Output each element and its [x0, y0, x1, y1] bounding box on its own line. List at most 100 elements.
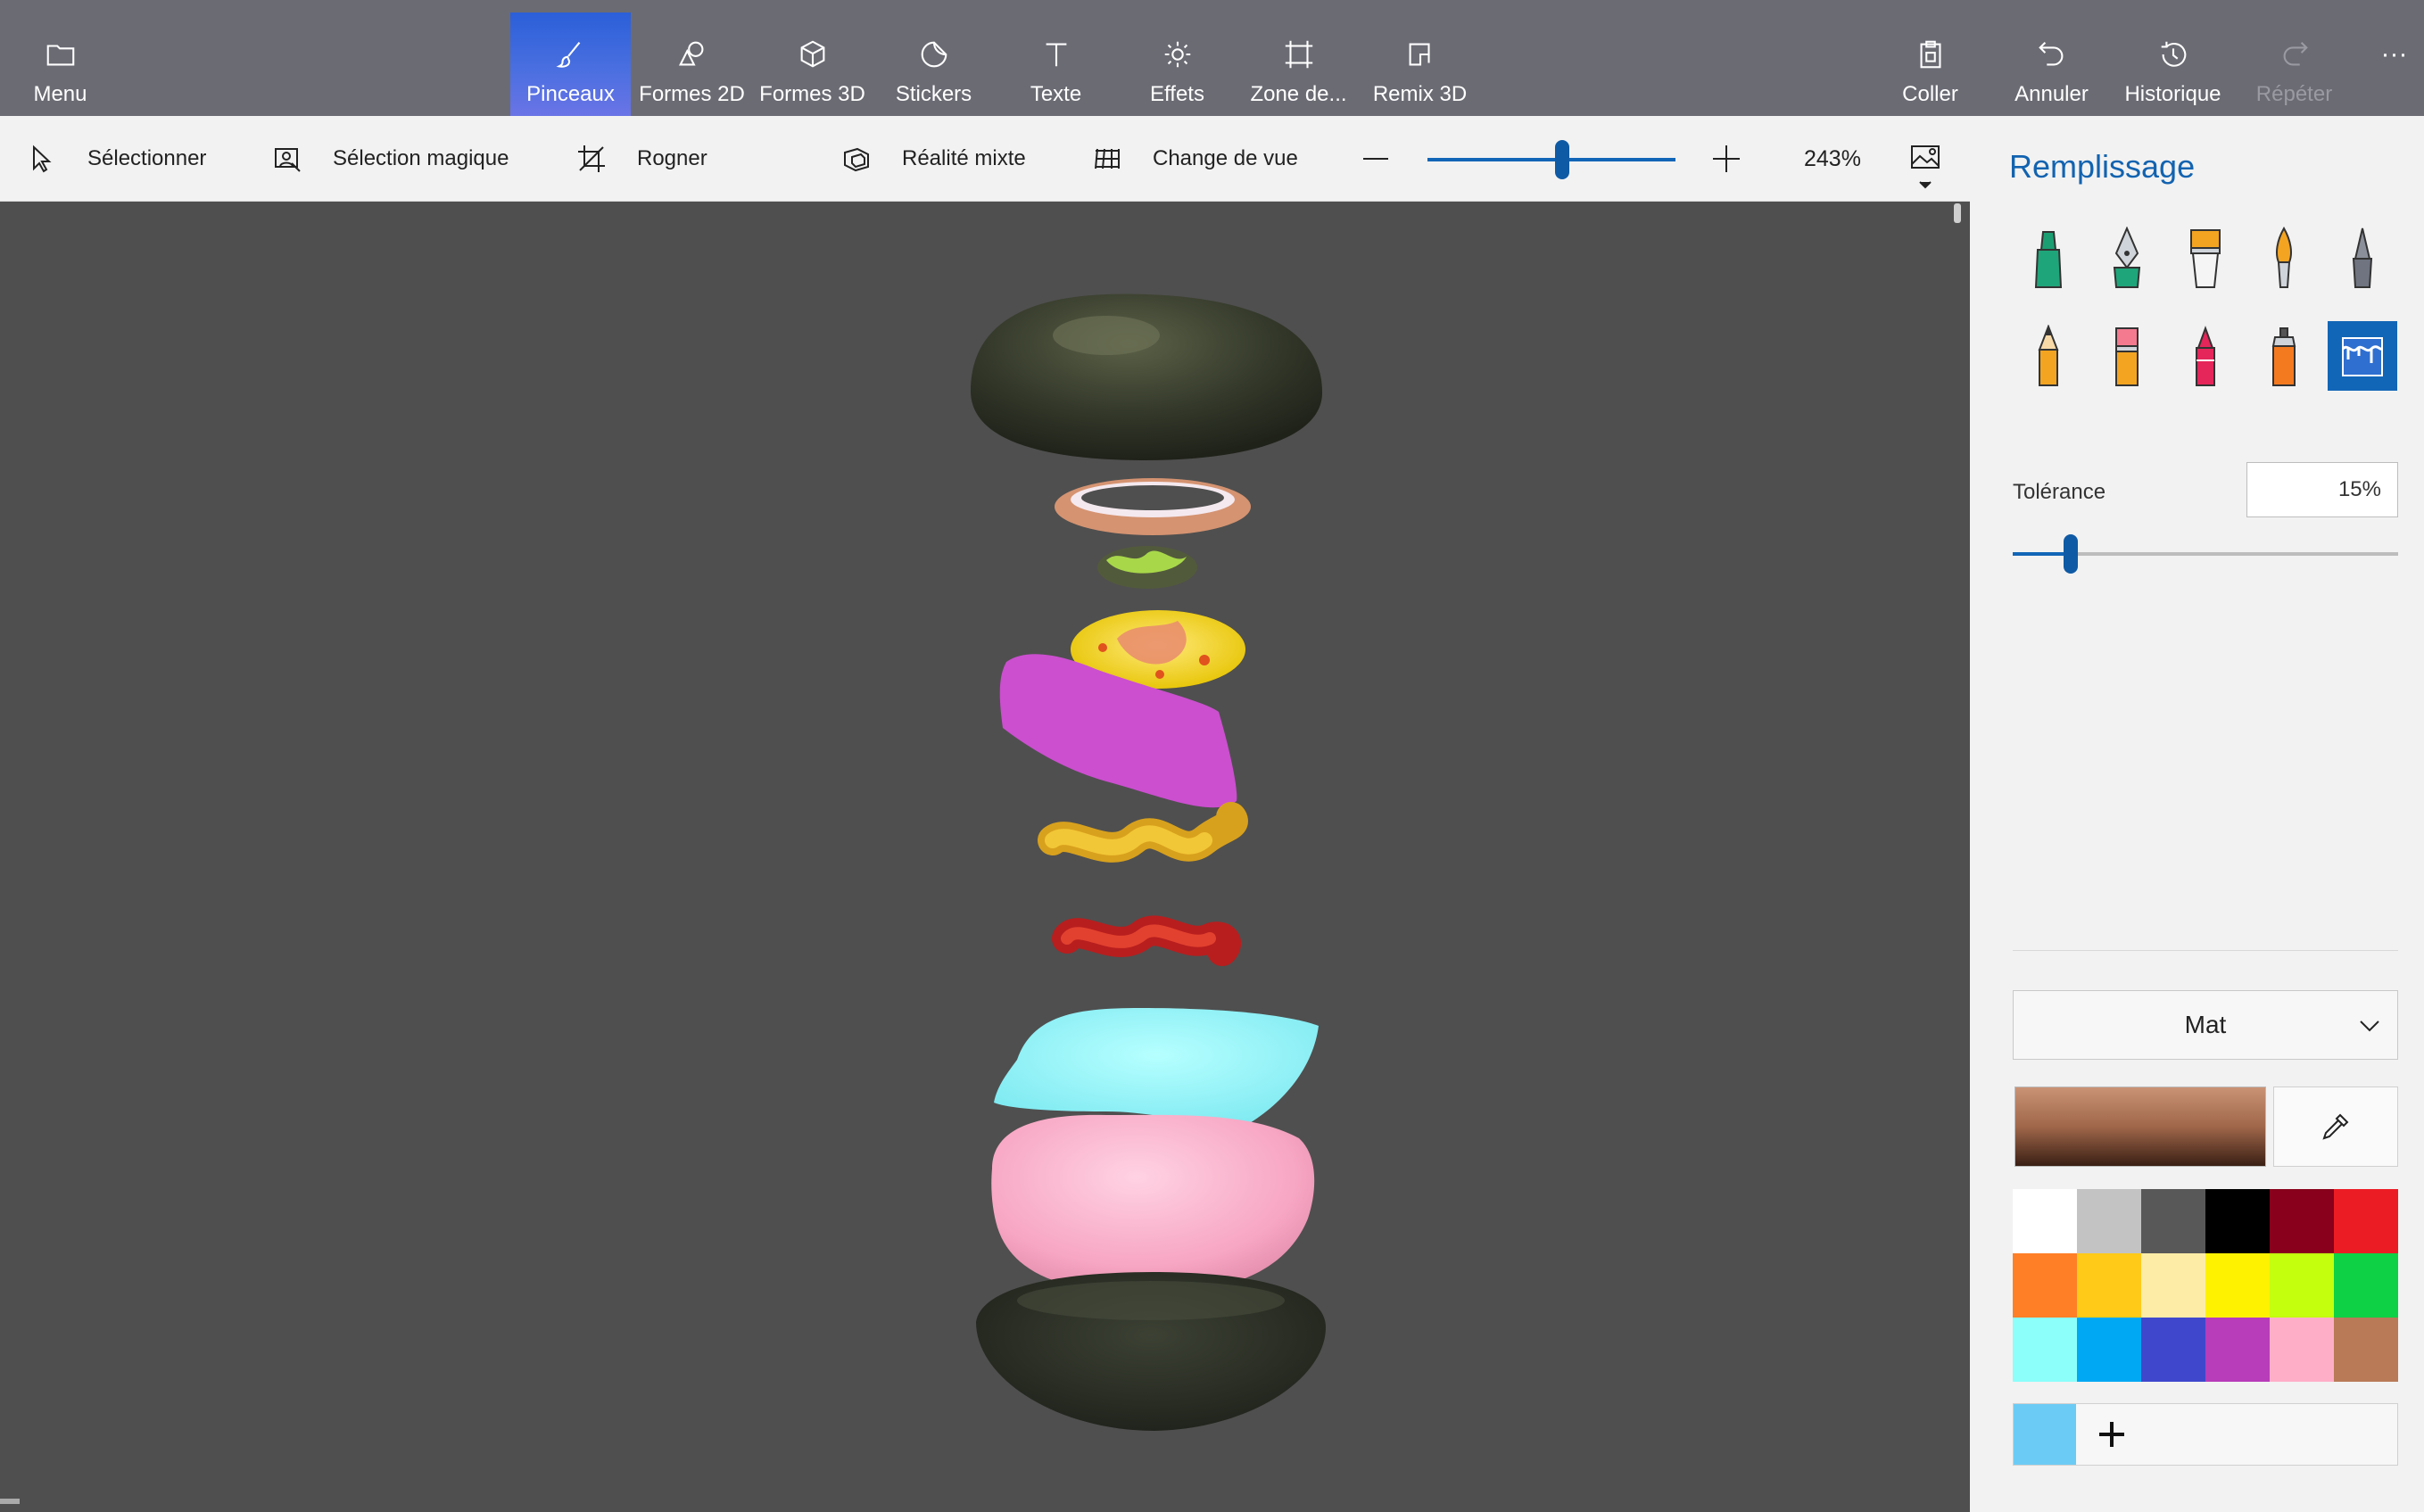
color-swatch[interactable]	[2270, 1253, 2334, 1318]
redo-button[interactable]: Répéter	[2234, 12, 2354, 116]
oil-brush-button[interactable]	[2171, 223, 2240, 293]
bottom-bun[interactable]	[976, 1272, 1326, 1431]
mixed-reality-label: Réalité mixte	[902, 146, 1026, 170]
paste-label: Coller	[1902, 82, 1958, 106]
paste-button[interactable]: Coller	[1870, 12, 1990, 116]
undo-button[interactable]: Annuler	[1991, 12, 2112, 116]
zoom-slider-thumb[interactable]	[1555, 140, 1569, 179]
mixed-reality-button[interactable]: Réalité mixte	[841, 116, 1026, 202]
undo-label: Annuler	[2014, 82, 2089, 106]
cheese-slice[interactable]	[994, 1008, 1319, 1127]
tab-text-label: Texte	[1030, 82, 1082, 106]
plus-icon	[2099, 1422, 2124, 1447]
crayon-button[interactable]	[2171, 321, 2240, 391]
color-swatch[interactable]	[2013, 1189, 2077, 1253]
tab-remix-3d[interactable]: Remix 3D	[1360, 12, 1480, 116]
spray-can-button[interactable]	[2249, 321, 2319, 391]
drawing-canvas[interactable]	[0, 202, 1970, 1512]
tab-brushes[interactable]: Pinceaux	[510, 12, 631, 116]
burger-3d-model[interactable]	[0, 202, 1970, 1512]
spray-can-icon	[2271, 327, 2296, 386]
remix-3d-icon	[1409, 43, 1430, 66]
pencil-icon	[2038, 325, 2059, 386]
select-label: Sélectionner	[87, 146, 207, 170]
material-dropdown[interactable]: Mat	[2013, 990, 2398, 1060]
color-swatch[interactable]	[2013, 1253, 2077, 1318]
color-swatch[interactable]	[2270, 1318, 2334, 1382]
tab-2d-shapes[interactable]: Formes 2D	[632, 12, 752, 116]
magic-select-label: Sélection magique	[333, 146, 509, 170]
plus-icon	[1713, 145, 1740, 172]
history-icon	[2161, 41, 2186, 67]
color-swatch[interactable]	[2205, 1318, 2270, 1382]
marker-brush-button[interactable]	[2014, 223, 2083, 293]
onion-ring[interactable]	[1055, 478, 1251, 535]
oil-brush-icon	[2190, 229, 2221, 288]
watercolor-brush-button[interactable]	[2249, 223, 2319, 293]
color-swatch[interactable]	[2270, 1189, 2334, 1253]
watercolor-icon	[2276, 227, 2292, 288]
mustard[interactable]	[1038, 802, 1248, 863]
horizontal-scrollbar[interactable]	[0, 1499, 20, 1504]
material-value: Mat	[2184, 1011, 2227, 1038]
eyedropper-button[interactable]	[2273, 1086, 2398, 1167]
vertical-scrollbar[interactable]	[1954, 203, 1961, 223]
patty[interactable]	[991, 1114, 1315, 1293]
color-swatch[interactable]	[2334, 1253, 2398, 1318]
color-swatch[interactable]	[2334, 1189, 2398, 1253]
fill-bucket-button[interactable]	[2328, 321, 2397, 391]
cursor-icon	[33, 145, 52, 173]
lettuce[interactable]	[1097, 546, 1197, 589]
more-options-button[interactable]: ···	[2364, 12, 2424, 116]
color-swatch[interactable]	[2141, 1253, 2205, 1318]
marker-icon	[2034, 231, 2063, 288]
tolerance-slider-thumb[interactable]	[2063, 534, 2078, 574]
color-swatch[interactable]	[2077, 1189, 2141, 1253]
calligraphy-pen-button[interactable]	[2092, 223, 2162, 293]
eraser-button[interactable]	[2092, 321, 2162, 391]
color-swatch[interactable]	[2141, 1318, 2205, 1382]
tab-effects[interactable]: Effets	[1117, 12, 1237, 116]
tab-stickers[interactable]: Stickers	[873, 12, 994, 116]
color-swatch[interactable]	[2205, 1253, 2270, 1318]
more-options-icon: ···	[2380, 39, 2408, 69]
color-swatch[interactable]	[2141, 1189, 2205, 1253]
fill-bucket-icon	[2341, 337, 2384, 376]
color-swatch[interactable]	[2013, 1318, 2077, 1382]
tab-effects-label: Effets	[1150, 82, 1204, 106]
menu-button[interactable]: Menu	[0, 12, 120, 116]
pixel-pen-button[interactable]	[2328, 223, 2397, 293]
color-swatch[interactable]	[2334, 1318, 2398, 1382]
tolerance-input[interactable]: 15%	[2246, 462, 2398, 517]
zoom-slider-track[interactable]	[1427, 158, 1675, 161]
current-color-swatch[interactable]	[2014, 1086, 2266, 1167]
pencil-brush-button[interactable]	[2014, 321, 2083, 391]
menu-label: Menu	[33, 82, 87, 106]
magic-select-button[interactable]: Sélection magique	[272, 116, 509, 202]
tab-text[interactable]: Texte	[996, 12, 1116, 116]
top-bun[interactable]	[970, 293, 1323, 460]
tab-canvas[interactable]: Zone de...	[1238, 12, 1359, 116]
crop-button[interactable]: Rogner	[576, 116, 707, 202]
calligraphy-pen-icon	[2113, 227, 2141, 288]
color-swatch[interactable]	[2077, 1253, 2141, 1318]
cube-icon	[800, 40, 824, 68]
tab-stickers-label: Stickers	[895, 82, 972, 106]
zoom-in-button[interactable]	[1711, 116, 1741, 202]
custom-color-swatch[interactable]	[2014, 1404, 2076, 1465]
color-swatch[interactable]	[2077, 1318, 2141, 1382]
magic-select-icon	[275, 148, 301, 172]
change-view-button[interactable]: Change de vue	[1092, 116, 1298, 202]
tab-2d-shapes-label: Formes 2D	[639, 82, 745, 106]
tab-3d-shapes[interactable]: Formes 3D	[752, 12, 873, 116]
history-button[interactable]: Historique	[2113, 12, 2233, 116]
view-options-button[interactable]	[1909, 143, 1941, 197]
image-view-icon	[1911, 145, 1940, 189]
zoom-percentage: 243%	[1804, 145, 1861, 171]
ketchup[interactable]	[1052, 915, 1241, 966]
add-color-button[interactable]	[2085, 1404, 2139, 1465]
select-button[interactable]: Sélectionner	[27, 116, 206, 202]
canvas-icon	[1285, 40, 1312, 69]
color-swatch[interactable]	[2205, 1189, 2270, 1253]
zoom-out-button[interactable]	[1361, 116, 1390, 202]
